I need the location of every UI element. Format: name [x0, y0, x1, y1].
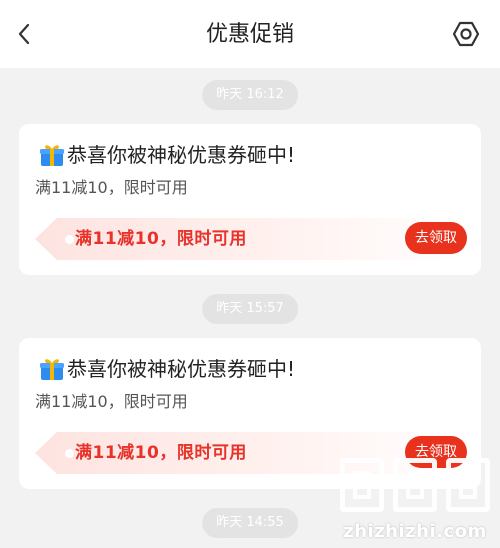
coupon-dot [65, 235, 74, 244]
watermark-logo [340, 456, 490, 514]
coupon-strip[interactable]: 满11减10，限时可用 去领取 [35, 218, 467, 260]
timestamp: 昨天 15:57 [202, 294, 298, 324]
timestamp: 昨天 14:55 [202, 508, 298, 538]
coupon-message-card: 恭喜你被神秘优惠券砸中! 满11减10，限时可用 满11减10，限时可用 去领取 [19, 124, 481, 275]
watermark-glyph [393, 458, 437, 512]
coupon-text: 满11减10，限时可用 [75, 443, 247, 463]
coupon-text: 满11减10，限时可用 [75, 229, 247, 249]
watermark-glyph [446, 458, 490, 512]
settings-button[interactable] [450, 18, 482, 50]
card-title: 恭喜你被神秘优惠券砸中! [39, 140, 295, 170]
watermark-text: zhizhizhi.com [343, 521, 487, 542]
card-subtitle: 满11减10，限时可用 [35, 392, 188, 411]
gift-icon [40, 359, 64, 380]
page-title: 优惠促销 [205, 22, 294, 47]
watermark: zhizhizhi.com [340, 456, 490, 542]
claim-button[interactable]: 去领取 [405, 222, 467, 254]
watermark-glyph [340, 458, 384, 512]
timestamp: 昨天 16:12 [202, 80, 298, 110]
card-title-text: 恭喜你被神秘优惠券砸中! [67, 357, 296, 381]
top-bar: 优惠促销 [0, 0, 500, 68]
card-title-text: 恭喜你被神秘优惠券砸中! [67, 143, 296, 167]
card-subtitle: 满11减10，限时可用 [35, 178, 188, 197]
hexagon-settings-icon [452, 21, 480, 47]
coupon-dot [65, 449, 74, 458]
gift-icon [40, 145, 64, 166]
card-title: 恭喜你被神秘优惠券砸中! [39, 354, 295, 384]
